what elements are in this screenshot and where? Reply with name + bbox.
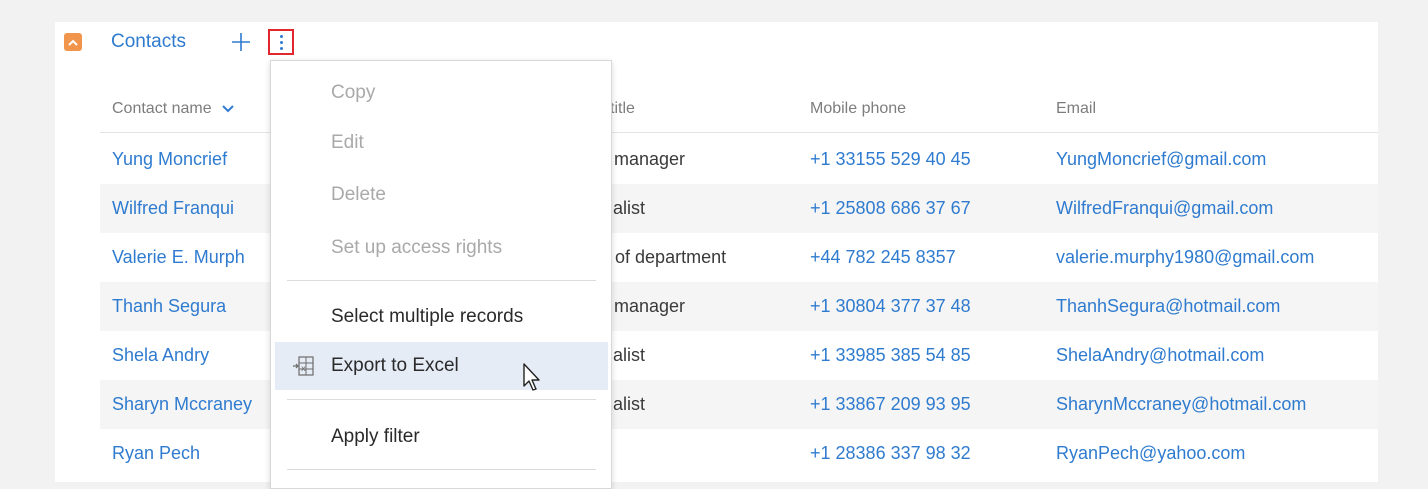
section-title[interactable]: Contacts bbox=[111, 31, 186, 53]
email-cell[interactable]: ThanhSegura@hotmail.com bbox=[1056, 282, 1280, 331]
menu-separator bbox=[287, 469, 596, 470]
menu-item-copy[interactable]: Copy bbox=[271, 69, 611, 117]
svg-text:x: x bbox=[301, 364, 306, 373]
more-actions-button[interactable] bbox=[268, 29, 294, 55]
menu-separator bbox=[287, 399, 596, 400]
mobile-phone-cell[interactable]: +1 33985 385 54 85 bbox=[810, 331, 971, 380]
excel-export-icon: x bbox=[293, 356, 314, 376]
menu-item-export-to-excel[interactable]: x Export to Excel bbox=[275, 342, 608, 390]
menu-separator bbox=[287, 280, 596, 281]
job-title-cell: ad of department bbox=[590, 247, 727, 267]
email-cell[interactable]: YungMoncrief@gmail.com bbox=[1056, 135, 1266, 184]
plus-icon bbox=[232, 33, 250, 51]
mobile-phone-cell[interactable]: +1 33867 209 93 95 bbox=[810, 380, 971, 429]
column-header-email[interactable]: Email bbox=[1056, 100, 1096, 118]
column-header-contact-name[interactable]: Contact name bbox=[112, 100, 234, 118]
contact-name-cell[interactable]: Shela Andry bbox=[112, 331, 277, 380]
job-title-cell: es manager bbox=[590, 296, 686, 316]
email-cell[interactable]: SharynMccraney@hotmail.com bbox=[1056, 380, 1306, 429]
email-cell[interactable]: ShelaAndry@hotmail.com bbox=[1056, 331, 1264, 380]
contact-name-cell[interactable]: Thanh Segura bbox=[112, 282, 277, 331]
email-cell[interactable]: WilfredFranqui@gmail.com bbox=[1056, 184, 1273, 233]
actions-dropdown-menu: Copy Edit Delete Set up access rights Se… bbox=[270, 60, 612, 489]
mouse-pointer-icon bbox=[523, 363, 540, 391]
menu-item-access-rights[interactable]: Set up access rights bbox=[271, 224, 611, 272]
contact-name-cell[interactable]: Valerie E. Murph bbox=[112, 233, 277, 282]
mobile-phone-cell[interactable]: +1 25808 686 37 67 bbox=[810, 184, 971, 233]
sort-chevron-down-icon bbox=[222, 105, 234, 113]
menu-item-delete[interactable]: Delete bbox=[271, 171, 611, 219]
contact-name-cell[interactable]: Yung Moncrief bbox=[112, 135, 277, 184]
column-header-job-title[interactable]: title bbox=[610, 100, 635, 118]
job-title-cell: ecialist bbox=[590, 198, 646, 218]
contact-name-cell[interactable]: Wilfred Franqui bbox=[112, 184, 277, 233]
contact-name-cell[interactable]: Sharyn Mccraney bbox=[112, 380, 277, 429]
job-title-cell: O bbox=[590, 429, 790, 478]
vertical-ellipsis-icon bbox=[279, 34, 283, 38]
email-cell[interactable]: RyanPech@yahoo.com bbox=[1056, 429, 1245, 478]
job-title-cell: ecialist bbox=[590, 394, 646, 414]
menu-item-select-multiple[interactable]: Select multiple records bbox=[271, 293, 611, 341]
job-title-cell: es manager bbox=[590, 149, 686, 169]
email-cell[interactable]: valerie.murphy1980@gmail.com bbox=[1056, 233, 1314, 282]
mobile-phone-cell[interactable]: +1 33155 529 40 45 bbox=[810, 135, 971, 184]
job-title-cell: ecialist bbox=[590, 345, 646, 365]
contact-name-cell[interactable]: Ryan Pech bbox=[112, 429, 277, 478]
collapse-section-button[interactable] bbox=[64, 33, 82, 51]
mobile-phone-cell[interactable]: +1 28386 337 98 32 bbox=[810, 429, 971, 478]
menu-item-apply-filter[interactable]: Apply filter bbox=[271, 413, 611, 461]
chevron-up-icon bbox=[68, 39, 78, 46]
column-header-mobile-phone[interactable]: Mobile phone bbox=[810, 100, 906, 118]
mobile-phone-cell[interactable]: +44 782 245 8357 bbox=[810, 233, 956, 282]
menu-item-edit[interactable]: Edit bbox=[271, 119, 611, 167]
add-contact-button[interactable] bbox=[229, 30, 253, 54]
mobile-phone-cell[interactable]: +1 30804 377 37 48 bbox=[810, 282, 971, 331]
